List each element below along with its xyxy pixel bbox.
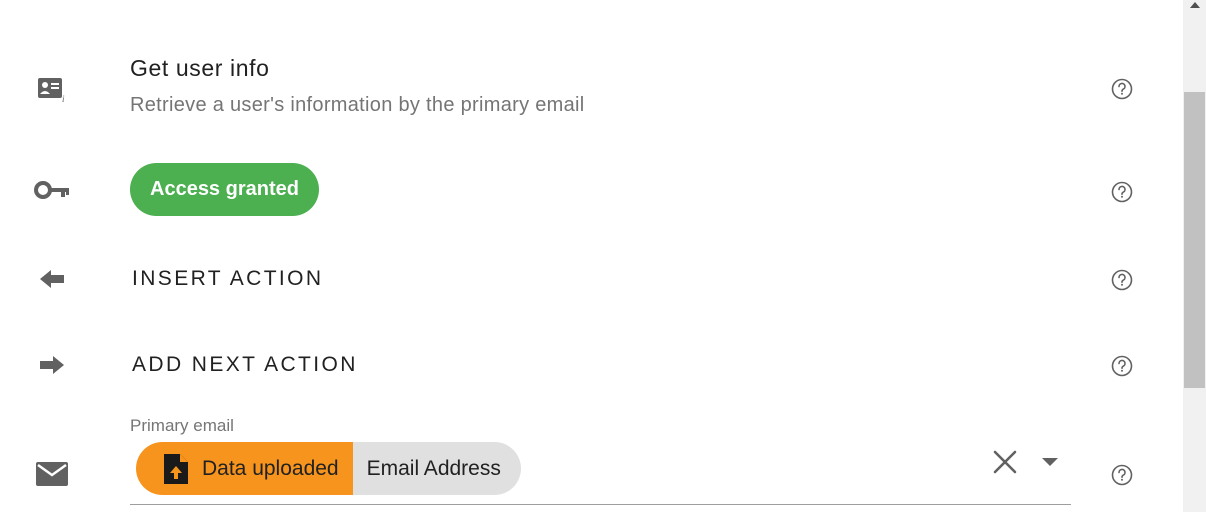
arrow-left-icon[interactable] [30,268,74,290]
mail-icon [30,460,74,488]
access-status-label: Access granted [150,178,299,200]
clear-icon[interactable] [990,447,1020,477]
arrow-right-icon[interactable] [30,354,74,376]
dropdown-arrow-icon[interactable] [1038,452,1062,472]
data-value-label: Email Address [366,456,501,480]
help-icon[interactable] [1111,181,1133,203]
page-subtitle: Retrieve a user's information by the pri… [130,94,585,116]
help-icon[interactable] [1111,464,1133,486]
scroll-up-icon[interactable] [1186,0,1204,10]
contact-info-icon: i [30,74,74,104]
data-source-segment[interactable]: Data uploaded [136,442,353,495]
page-title: Get user info [130,55,270,81]
primary-email-label: Primary email [130,416,234,435]
scrollbar-thumb[interactable] [1184,92,1205,388]
data-value-segment[interactable]: Email Address [352,442,521,495]
primary-email-chip[interactable]: Data uploaded Email Address [136,442,521,495]
field-underline [130,504,1071,505]
help-icon[interactable] [1111,355,1133,377]
access-status-chip[interactable]: Access granted [130,163,319,216]
help-icon[interactable] [1111,269,1133,291]
insert-action-button[interactable]: INSERT ACTION [132,267,323,291]
data-source-label: Data uploaded [202,456,339,480]
add-next-action-button[interactable]: ADD NEXT ACTION [132,353,358,377]
help-icon[interactable] [1111,78,1133,100]
key-icon [30,178,74,202]
svg-text:i: i [62,94,65,102]
file-upload-icon [162,453,190,485]
